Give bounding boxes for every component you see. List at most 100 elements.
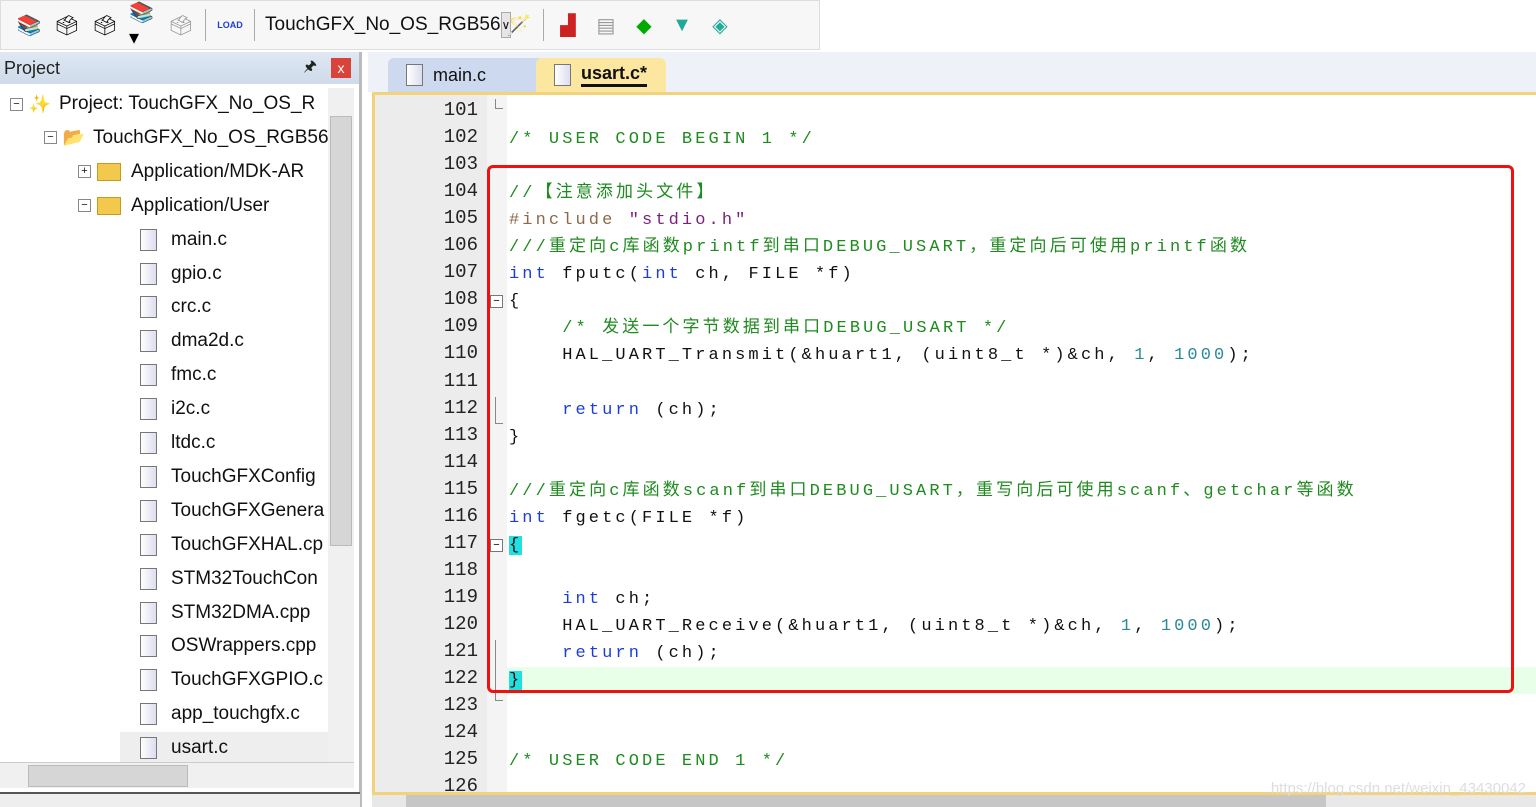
code-line[interactable]: } <box>507 424 1536 451</box>
fold-collapse-icon[interactable]: − <box>490 295 503 309</box>
code-line[interactable] <box>507 721 1536 748</box>
load-download-icon[interactable]: LOAD <box>216 11 244 39</box>
line-number: 108 <box>443 288 478 311</box>
tree-item[interactable]: main.c <box>120 224 227 256</box>
line-number: 118 <box>443 558 478 581</box>
code-token: HAL_UART_Receive(&huart1, (uint8_t *)&ch… <box>509 616 1121 636</box>
batch-build-icon[interactable]: 📚▾ <box>129 2 157 49</box>
fold-end-marker <box>495 640 503 701</box>
options-wand-icon[interactable]: 🪄 <box>505 11 533 39</box>
code-line[interactable]: HAL_UART_Receive(&huart1, (uint8_t *)&ch… <box>507 613 1536 640</box>
books-window-icon[interactable]: ▤ <box>592 11 620 39</box>
tree-item[interactable]: TouchGFXGenera <box>120 495 324 527</box>
code-line[interactable]: } <box>507 667 1536 695</box>
close-icon[interactable]: x <box>331 58 351 78</box>
tree-item-label: OSWrappers.cpp <box>171 635 317 657</box>
scrollbar-thumb[interactable] <box>406 795 1326 807</box>
tree-item[interactable]: − 📂 TouchGFX_No_OS_RGB56 <box>44 122 328 154</box>
code-line[interactable]: //【注意添加头文件】 <box>507 180 1536 207</box>
tree-item[interactable]: OSWrappers.cpp <box>120 630 316 662</box>
code-token: (ch); <box>642 644 722 663</box>
code-token: } <box>509 427 523 447</box>
tab-usart-c[interactable]: usart.c* <box>536 58 666 92</box>
collapse-icon[interactable]: − <box>44 131 57 145</box>
code-line[interactable]: int fputc(int ch, FILE *f) <box>507 261 1536 288</box>
expand-icon[interactable]: + <box>78 165 91 179</box>
project-vertical-scrollbar[interactable] <box>328 88 354 778</box>
code-line[interactable]: int fgetc(FILE *f) <box>507 505 1536 532</box>
line-number: 114 <box>443 450 478 473</box>
code-token: ///重定向c库函数scanf到串口DEBUG_USART，重写向后可使用sca… <box>509 481 1357 501</box>
scrollbar-thumb[interactable] <box>330 116 352 546</box>
collapse-icon[interactable]: − <box>10 97 23 111</box>
tree-item[interactable]: dma2d.c <box>120 325 244 357</box>
tree-item[interactable]: − Application/User <box>78 190 269 222</box>
file-icon <box>140 703 157 726</box>
tree-item-label: TouchGFXGPIO.c <box>171 669 324 691</box>
code-line[interactable] <box>507 370 1536 397</box>
code-token: ); <box>1214 616 1241 636</box>
tree-item[interactable]: STM32DMA.cpp <box>120 597 310 629</box>
rebuild-icon[interactable]: 🗳 <box>91 11 119 39</box>
code-line[interactable] <box>507 99 1536 126</box>
tree-item[interactable]: app_touchgfx.c <box>120 698 300 730</box>
code-line[interactable]: /* 发送一个字节数据到串口DEBUG_USART */ <box>507 315 1536 342</box>
manage-components-icon[interactable]: ▟ <box>554 11 582 39</box>
fold-collapse-icon[interactable]: − <box>490 538 503 552</box>
tree-item-label: TouchGFXConfig <box>171 465 316 487</box>
file-icon <box>140 737 157 760</box>
code-editor[interactable]: 101 102 103 104 105 106 107 108 109 110 111 112 113 1… <box>372 92 1536 795</box>
code-line[interactable]: /* USER CODE BEGIN 1 */ <box>507 126 1536 153</box>
file-icon <box>140 296 157 319</box>
pack-installer-icon[interactable]: ▼ <box>668 11 696 39</box>
translate-icon[interactable]: 📚 <box>15 11 43 39</box>
tree-item[interactable]: usart.c <box>120 732 328 762</box>
tree-item[interactable]: ltdc.c <box>120 427 215 459</box>
code-line[interactable]: ///重定向c库函数scanf到串口DEBUG_USART，重写向后可使用sca… <box>507 478 1536 505</box>
tree-item[interactable]: gpio.c <box>120 258 222 290</box>
tree-item[interactable]: i2c.c <box>120 393 210 425</box>
code-line[interactable]: int ch; <box>507 586 1536 613</box>
tree-item[interactable]: − ✨ Project: TouchGFX_No_OS_R <box>10 88 315 120</box>
tree-item[interactable]: fmc.c <box>120 359 216 391</box>
project-horizontal-scrollbar[interactable] <box>0 762 354 788</box>
tree-item[interactable]: + Application/MDK-AR <box>78 156 304 188</box>
line-number: 104 <box>443 180 478 203</box>
code-line[interactable]: /* USER CODE END 1 */ <box>507 748 1536 775</box>
file-icon <box>140 635 157 658</box>
line-number: 113 <box>443 423 478 446</box>
code-line[interactable]: return (ch); <box>507 640 1536 667</box>
select-packs-icon[interactable]: ◈ <box>706 11 734 39</box>
code-line[interactable]: ///重定向c库函数printf到串口DEBUG_USART，重定向后可使用pr… <box>507 234 1536 261</box>
code-line[interactable] <box>507 153 1536 180</box>
folder-icon <box>97 162 121 181</box>
tab-main-c[interactable]: main.c <box>388 58 548 92</box>
code-token: { <box>509 535 523 555</box>
code-line[interactable]: return (ch); <box>507 397 1536 424</box>
tree-item[interactable]: STM32TouchCon <box>120 563 318 595</box>
tree-item-label: fmc.c <box>171 364 217 386</box>
tree-item-label: Application/MDK-AR <box>131 160 305 182</box>
code-line[interactable] <box>507 694 1536 721</box>
project-panel-tabs[interactable] <box>0 792 360 807</box>
code-line[interactable] <box>507 559 1536 586</box>
pin-icon[interactable]: 🖈 <box>303 56 317 81</box>
scrollbar-thumb[interactable] <box>28 765 188 787</box>
line-number: 111 <box>443 369 478 392</box>
tree-item[interactable]: TouchGFXConfig <box>120 461 316 493</box>
code-line[interactable]: { <box>507 288 1536 315</box>
tree-item[interactable]: TouchGFXGPIO.c <box>120 664 323 696</box>
target-select[interactable]: TouchGFX_No_OS_RGB56 ∨ <box>265 11 512 39</box>
stop-build-icon[interactable]: 🗳 <box>167 11 195 39</box>
code-line[interactable]: { <box>507 532 1536 559</box>
collapse-icon[interactable]: − <box>78 199 91 213</box>
tree-item-label: gpio.c <box>171 262 222 284</box>
code-line[interactable]: HAL_UART_Transmit(&huart1, (uint8_t *)&c… <box>507 342 1536 369</box>
code-line[interactable]: #include "stdio.h" <box>507 207 1536 234</box>
code-line[interactable] <box>507 451 1536 478</box>
tree-item[interactable]: TouchGFXHAL.cp <box>120 529 323 561</box>
line-number: 125 <box>443 748 478 771</box>
run-time-env-icon[interactable]: ◆ <box>630 11 658 39</box>
tree-item[interactable]: crc.c <box>120 291 211 323</box>
build-icon[interactable]: 🗳 <box>53 11 81 39</box>
